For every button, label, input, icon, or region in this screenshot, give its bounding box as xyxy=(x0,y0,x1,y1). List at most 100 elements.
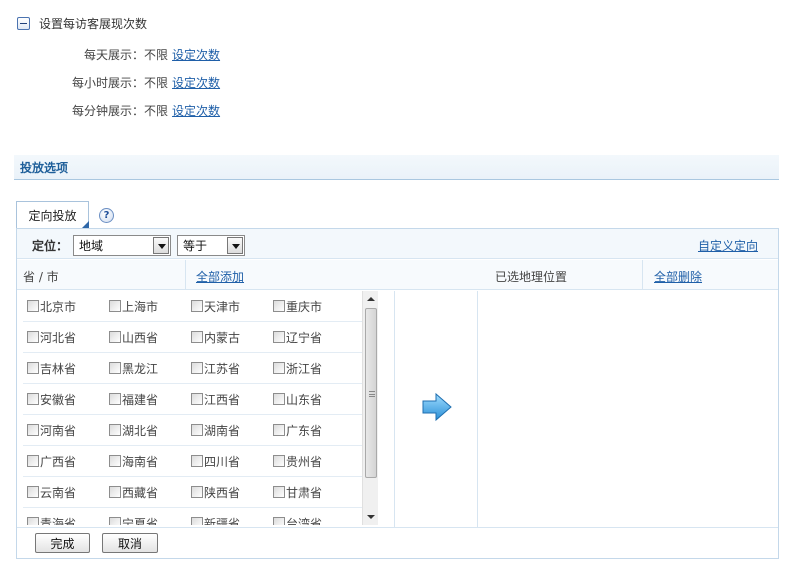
province-option[interactable]: 广东省 xyxy=(273,422,355,439)
province-name: 四川省 xyxy=(204,454,241,469)
province-checkbox[interactable] xyxy=(109,331,121,343)
province-option[interactable]: 浙江省 xyxy=(273,360,355,377)
province-option[interactable]: 黑龙江 xyxy=(109,360,191,377)
province-name: 福建省 xyxy=(122,392,159,407)
province-checkbox[interactable] xyxy=(109,517,121,525)
province-checkbox[interactable] xyxy=(273,455,285,467)
province-option[interactable]: 广西省 xyxy=(27,453,109,470)
set-count-link[interactable]: 设定次数 xyxy=(172,102,220,119)
type-select[interactable]: 地域 xyxy=(73,235,171,256)
province-checkbox[interactable] xyxy=(273,486,285,498)
province-checkbox[interactable] xyxy=(27,331,39,343)
list-item: 河北省 山西省 内蒙古 辽宁省 xyxy=(23,322,363,353)
province-option[interactable]: 海南省 xyxy=(109,453,191,470)
province-option[interactable]: 江西省 xyxy=(191,391,273,408)
footer: 完成 取消 xyxy=(17,527,778,558)
frequency-header[interactable]: 设置每访客展现次数 xyxy=(17,14,147,32)
province-checkbox[interactable] xyxy=(273,517,285,525)
freq-row-minutely: 每分钟展示： 不限 设定次数 xyxy=(72,101,220,119)
province-checkbox[interactable] xyxy=(191,331,203,343)
province-checkbox[interactable] xyxy=(109,455,121,467)
province-option[interactable]: 云南省 xyxy=(27,484,109,501)
province-option[interactable]: 台湾省 xyxy=(273,515,355,525)
province-checkbox[interactable] xyxy=(109,486,121,498)
operator-select[interactable]: 等于 xyxy=(177,235,245,256)
collapse-icon[interactable] xyxy=(17,16,30,30)
province-checkbox[interactable] xyxy=(109,362,121,374)
province-option[interactable]: 安徽省 xyxy=(27,391,109,408)
province-option[interactable]: 新疆省 xyxy=(191,515,273,525)
province-option[interactable]: 山东省 xyxy=(273,391,355,408)
province-option[interactable]: 山西省 xyxy=(109,329,191,346)
province-checkbox[interactable] xyxy=(273,424,285,436)
type-select-value: 地域 xyxy=(79,239,104,253)
province-checkbox[interactable] xyxy=(109,300,121,312)
set-count-link[interactable]: 设定次数 xyxy=(172,46,220,63)
province-option[interactable]: 吉林省 xyxy=(27,360,109,377)
province-option[interactable]: 辽宁省 xyxy=(273,329,355,346)
province-option[interactable]: 江苏省 xyxy=(191,360,273,377)
province-checkbox[interactable] xyxy=(109,424,121,436)
province-option[interactable]: 上海市 xyxy=(109,298,191,315)
province-name: 宁夏省 xyxy=(122,516,159,526)
province-option[interactable]: 青海省 xyxy=(27,515,109,525)
province-checkbox[interactable] xyxy=(27,393,39,405)
chevron-down-icon[interactable] xyxy=(153,237,169,254)
province-option[interactable]: 西藏省 xyxy=(109,484,191,501)
province-option[interactable]: 重庆市 xyxy=(273,298,355,315)
province-option[interactable]: 甘肃省 xyxy=(273,484,355,501)
frequency-title: 设置每访客展现次数 xyxy=(39,16,148,31)
province-scrollbar[interactable] xyxy=(362,291,378,525)
province-name: 贵州省 xyxy=(286,454,323,469)
province-name: 湖南省 xyxy=(204,423,241,438)
province-option[interactable]: 宁夏省 xyxy=(109,515,191,526)
province-checkbox[interactable] xyxy=(191,486,203,498)
province-option[interactable]: 内蒙古 xyxy=(191,329,273,346)
province-list[interactable]: 北京市 上海市 天津市 重庆市河北省 山西省 内蒙古 辽宁省吉林省 黑龙江 江苏省 浙江省安徽省 福… xyxy=(23,291,363,525)
province-checkbox[interactable] xyxy=(191,424,203,436)
delete-all-link[interactable]: 全部删除 xyxy=(654,268,702,285)
province-checkbox[interactable] xyxy=(273,300,285,312)
add-all-link[interactable]: 全部添加 xyxy=(196,268,244,285)
province-checkbox[interactable] xyxy=(191,300,203,312)
custom-targeting-link[interactable]: 自定义定向 xyxy=(698,237,758,254)
scroll-thumb[interactable] xyxy=(365,308,377,478)
add-arrow-icon[interactable] xyxy=(421,392,453,422)
province-name: 内蒙古 xyxy=(204,330,241,345)
divider xyxy=(477,291,478,527)
province-checkbox[interactable] xyxy=(191,393,203,405)
province-option[interactable]: 湖南省 xyxy=(191,422,273,439)
done-button[interactable]: 完成 xyxy=(35,533,90,553)
tab-targeting[interactable]: 定向投放 xyxy=(16,201,89,228)
province-checkbox[interactable] xyxy=(27,300,39,312)
province-option[interactable]: 北京市 xyxy=(27,298,109,315)
province-option[interactable]: 天津市 xyxy=(191,298,273,315)
province-option[interactable]: 福建省 xyxy=(109,391,191,408)
cancel-button[interactable]: 取消 xyxy=(102,533,158,553)
province-checkbox[interactable] xyxy=(27,362,39,374)
province-option[interactable]: 河南省 xyxy=(27,422,109,439)
province-checkbox[interactable] xyxy=(27,424,39,436)
province-option[interactable]: 湖北省 xyxy=(109,422,191,439)
province-option[interactable]: 四川省 xyxy=(191,453,273,470)
province-option[interactable]: 河北省 xyxy=(27,329,109,346)
province-option[interactable]: 贵州省 xyxy=(273,453,355,470)
province-checkbox[interactable] xyxy=(27,517,39,525)
province-checkbox[interactable] xyxy=(27,455,39,467)
scroll-up-icon[interactable] xyxy=(363,292,379,306)
province-checkbox[interactable] xyxy=(191,362,203,374)
province-checkbox[interactable] xyxy=(191,455,203,467)
province-name: 山东省 xyxy=(286,392,323,407)
scroll-down-icon[interactable] xyxy=(363,510,379,524)
freq-value: 不限 xyxy=(144,103,169,118)
province-checkbox[interactable] xyxy=(273,331,285,343)
province-checkbox[interactable] xyxy=(109,393,121,405)
province-checkbox[interactable] xyxy=(27,486,39,498)
help-icon[interactable]: ? xyxy=(99,208,114,223)
province-checkbox[interactable] xyxy=(273,362,285,374)
set-count-link[interactable]: 设定次数 xyxy=(172,74,220,91)
province-checkbox[interactable] xyxy=(273,393,285,405)
province-option[interactable]: 陕西省 xyxy=(191,484,273,501)
chevron-down-icon[interactable] xyxy=(227,237,243,254)
province-checkbox[interactable] xyxy=(191,517,203,525)
